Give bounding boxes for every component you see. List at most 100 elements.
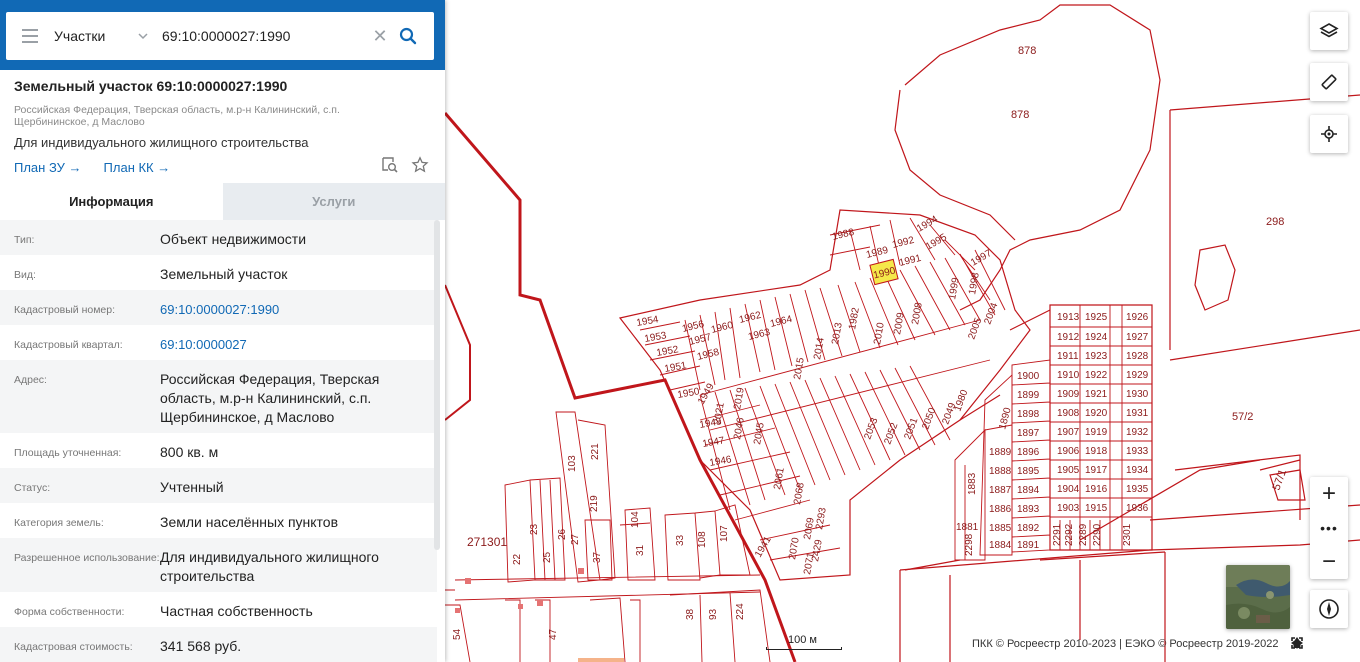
plan-links: План ЗУ → План КК →	[14, 160, 431, 175]
tab-info[interactable]: Информация	[0, 183, 223, 220]
svg-text:1888: 1888	[989, 466, 1012, 477]
info-value: 341 568 руб.	[160, 638, 242, 654]
svg-text:23: 23	[529, 523, 540, 535]
info-row-address: Адрес: Российская Федерация, Тверская об…	[0, 360, 437, 433]
svg-text:2289: 2289	[1078, 523, 1089, 546]
svg-text:1897: 1897	[1017, 428, 1040, 439]
layers-button[interactable]	[1310, 12, 1348, 50]
info-row-type: Тип: Объект недвижимости	[0, 220, 437, 255]
move-icon[interactable]	[1291, 636, 1326, 650]
svg-text:1899: 1899	[1017, 390, 1040, 401]
search-input[interactable]	[162, 21, 368, 51]
svg-text:1900: 1900	[1017, 371, 1040, 382]
svg-text:1960: 1960	[710, 320, 735, 336]
svg-text:1885: 1885	[989, 523, 1012, 534]
svg-text:1994: 1994	[915, 214, 940, 235]
svg-text:1886: 1886	[989, 504, 1012, 515]
zoom-to-object-button[interactable]	[381, 156, 399, 174]
favorite-button[interactable]	[411, 156, 429, 174]
search-icon	[399, 27, 417, 45]
svg-text:2005: 2005	[966, 316, 984, 341]
svg-text:2290: 2290	[1092, 523, 1103, 546]
svg-text:1891: 1891	[1017, 540, 1040, 551]
svg-text:1931: 1931	[1126, 408, 1149, 419]
info-key: Вид:	[14, 269, 36, 281]
star-icon	[411, 156, 429, 173]
ruler-button[interactable]	[1310, 63, 1348, 101]
svg-text:1898: 1898	[1017, 409, 1040, 420]
svg-text:2292: 2292	[1064, 523, 1075, 546]
svg-text:1884: 1884	[989, 540, 1012, 551]
svg-text:1935: 1935	[1126, 484, 1149, 495]
info-row-status: Статус: Учтенный	[0, 468, 437, 503]
compass-button[interactable]	[1310, 590, 1348, 628]
svg-text:1927: 1927	[1126, 332, 1149, 343]
svg-text:2053: 2053	[862, 416, 880, 441]
info-key: Площадь уточненная:	[14, 447, 122, 459]
svg-text:37: 37	[592, 551, 603, 563]
clear-search-button[interactable]: ✕	[368, 12, 392, 60]
map-label-area: 57/1	[1271, 468, 1290, 492]
plan-zu-link[interactable]: План ЗУ →	[14, 160, 82, 175]
locate-button[interactable]	[1310, 115, 1348, 153]
cadastral-number-link[interactable]: 69:10:0000027:1990	[160, 290, 437, 325]
svg-text:1953: 1953	[644, 330, 668, 345]
menu-button[interactable]	[6, 12, 54, 60]
search-button[interactable]	[392, 12, 424, 60]
svg-text:1904: 1904	[1057, 484, 1080, 495]
svg-text:2009: 2009	[892, 311, 907, 335]
object-type-value: Участки	[54, 28, 106, 44]
info-key: Кадастровая стоимость:	[14, 641, 133, 653]
svg-text:1928: 1928	[1126, 351, 1149, 362]
card-tools	[381, 156, 429, 174]
chevron-left-icon	[448, 30, 455, 42]
info-key: Разрешенное использование:	[14, 552, 160, 564]
fullscreen-icon[interactable]	[1291, 636, 1348, 650]
svg-text:1934: 1934	[1126, 465, 1149, 476]
close-icon: ✕	[372, 25, 388, 46]
info-value: Земельный участок	[160, 266, 288, 282]
zoom-out-button[interactable]: −	[1310, 545, 1348, 579]
svg-text:1910: 1910	[1057, 370, 1080, 381]
svg-text:1909: 1909	[1057, 389, 1080, 400]
satellite-thumbnail-icon	[1226, 565, 1290, 629]
svg-text:1892: 1892	[1017, 523, 1040, 534]
tab-services[interactable]: Услуги	[222, 183, 445, 220]
compass-icon	[1319, 599, 1339, 619]
info-key: Кадастровый квартал:	[14, 339, 123, 351]
svg-text:219: 219	[589, 495, 600, 512]
zoom-in-button[interactable]: +	[1310, 477, 1348, 511]
info-row-kind: Вид: Земельный участок	[0, 255, 437, 290]
info-table: Тип: Объект недвижимости Вид: Земельный …	[0, 220, 437, 662]
svg-text:1964: 1964	[769, 314, 794, 330]
object-type-select[interactable]: Участки	[54, 12, 162, 60]
info-scrollbar[interactable]	[434, 220, 440, 550]
basemap-switcher[interactable]	[1226, 565, 1290, 629]
svg-text:1999: 1999	[947, 276, 962, 300]
collapse-panel-button[interactable]	[444, 25, 460, 47]
svg-text:22: 22	[512, 553, 523, 565]
search-box: Участки ✕	[6, 12, 434, 60]
svg-text:27: 27	[570, 533, 581, 545]
info-row-cadastral-number: Кадастровый номер: 69:10:0000027:1990	[0, 290, 437, 325]
info-value: Земли населённых пунктов	[160, 514, 339, 530]
layers-icon	[1319, 23, 1339, 38]
svg-text:1958: 1958	[696, 347, 721, 363]
info-row-cadastral-value: Кадастровая стоимость: 341 568 руб.	[0, 627, 437, 662]
svg-text:25: 25	[542, 551, 553, 563]
info-value: 800 кв. м	[160, 444, 219, 460]
svg-text:1913: 1913	[1057, 312, 1080, 323]
svg-text:1895: 1895	[1017, 466, 1040, 477]
svg-text:2070: 2070	[787, 536, 802, 560]
svg-text:1889: 1889	[989, 447, 1012, 458]
svg-text:2293: 2293	[814, 506, 829, 530]
svg-text:1957: 1957	[688, 332, 713, 348]
plan-kk-link[interactable]: План КК →	[104, 160, 171, 175]
crosshair-icon	[1321, 126, 1337, 142]
svg-text:2298: 2298	[964, 533, 975, 556]
cadastral-quarter-link[interactable]: 69:10:0000027	[160, 325, 437, 360]
info-key: Тип:	[14, 234, 35, 246]
svg-text:93: 93	[708, 608, 719, 620]
more-button[interactable]: •••	[1310, 511, 1348, 545]
svg-text:2061: 2061	[772, 466, 787, 490]
